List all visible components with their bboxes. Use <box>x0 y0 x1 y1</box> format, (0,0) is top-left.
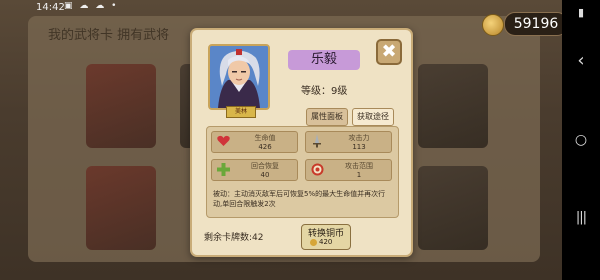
hero-name: 乐毅 <box>288 50 360 70</box>
stat-value: 426 <box>258 143 272 151</box>
back-icon[interactable]: ‹ <box>562 50 600 71</box>
coin-icon <box>482 14 504 36</box>
stat-label: 回合恢复 <box>251 162 279 170</box>
bg-hero-card <box>418 166 488 250</box>
cross-icon <box>216 162 230 176</box>
portrait-tag: 美林 <box>226 106 256 118</box>
coin-icon <box>310 238 317 246</box>
hero-level: 等级：9级 <box>301 86 348 97</box>
stat-label: 生命值 <box>254 134 276 142</box>
recents-icon[interactable]: ||| <box>562 210 600 225</box>
system-nav-bar: ▮ ‹ ○ ||| <box>562 0 600 280</box>
stat-value: 1 <box>356 171 362 179</box>
home-icon[interactable]: ○ <box>562 132 600 148</box>
coin-amount: 59196 <box>504 12 568 36</box>
stat-label: 攻击力 <box>348 134 370 142</box>
stat-hp: 生命值 426 <box>211 131 298 153</box>
stat-recovery: 回合恢复 40 <box>211 159 298 181</box>
heart-icon <box>216 134 230 148</box>
hero-portrait <box>208 44 270 110</box>
sword-icon <box>310 134 324 148</box>
bg-hero-card <box>86 64 156 148</box>
target-icon <box>310 162 324 176</box>
exchange-coins-button[interactable]: 转换铜币 420 <box>301 224 351 250</box>
stat-value: 40 <box>260 171 270 179</box>
background-title: 我的武将卡 拥有武将 <box>48 28 170 43</box>
bg-hero-card <box>418 64 488 148</box>
remaining-cards: 剩余卡牌数:42 <box>204 233 264 243</box>
status-icons: ▣ ☁ ☁ • <box>64 1 119 11</box>
status-bar: 14:42 ▣ ☁ ☁ • <box>0 0 562 16</box>
exchange-cost-value: 420 <box>319 238 333 246</box>
close-button[interactable]: ✖ <box>376 39 402 65</box>
hero-detail-dialog: 美林 乐毅 ✖ 等级：9级 属性面板 获取途径 生命值 426 攻击力 113 … <box>190 28 413 257</box>
passive-skill-text: 被动：主动消灭敌军后可恢复5%的最大生命值并再次行动,单回合限触发2次 <box>213 190 386 208</box>
stat-label: 攻击范围 <box>345 162 373 170</box>
exchange-cost: 420 <box>310 238 344 246</box>
stat-range: 攻击范围 1 <box>305 159 392 181</box>
stat-attack: 攻击力 113 <box>305 131 392 153</box>
bg-hero-card <box>86 166 156 250</box>
stat-value: 113 <box>352 143 366 151</box>
notification-icon: ▮ <box>577 6 585 19</box>
tab-obtain[interactable]: 获取途径 <box>352 108 394 126</box>
attribute-panel: 生命值 426 攻击力 113 回合恢复 40 攻击范围 1 被动：主动消灭敌军… <box>206 126 399 218</box>
tab-attributes[interactable]: 属性面板 <box>306 108 348 126</box>
status-time: 14:42 <box>36 2 65 13</box>
